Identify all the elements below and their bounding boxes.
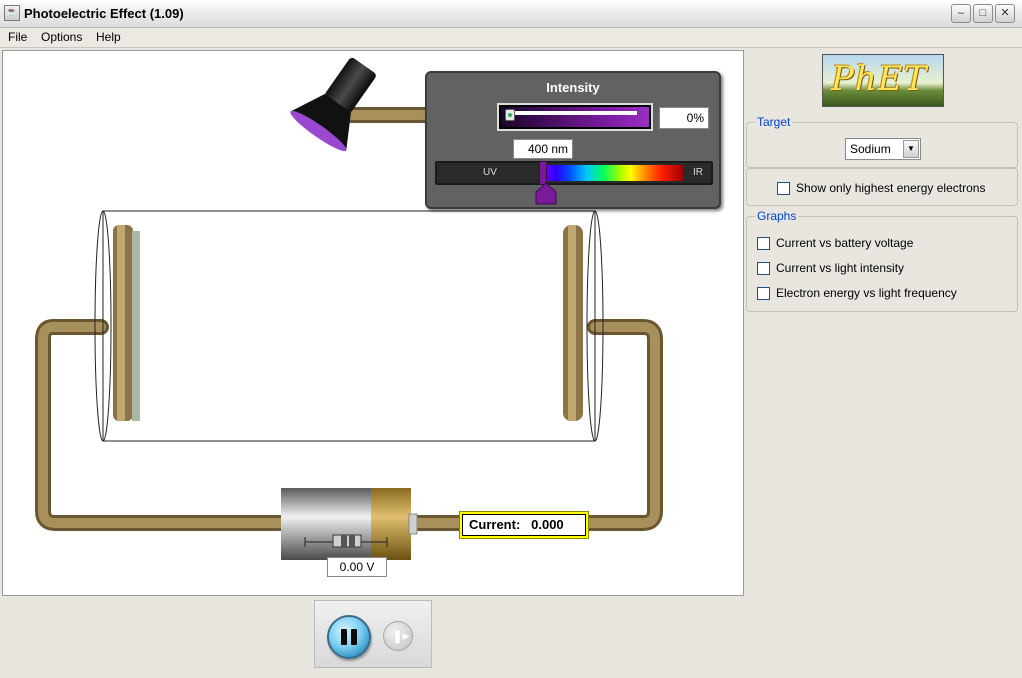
step-icon: ❚▸ — [392, 628, 410, 643]
pause-button[interactable] — [327, 615, 371, 659]
clock-control-panel: ❚▸ — [314, 600, 432, 668]
graph-option-label: Current vs light intensity — [776, 261, 905, 275]
dropdown-arrow-icon[interactable]: ▼ — [903, 140, 919, 158]
graph-checkbox[interactable] — [757, 236, 770, 250]
light-control-panel: Intensity 0% 400 nm UV IR — [425, 71, 721, 209]
graph-checkbox[interactable] — [757, 261, 770, 275]
uv-label: UV — [483, 167, 497, 178]
menu-bar: File Options Help — [0, 28, 1022, 48]
maximize-icon[interactable]: □ — [973, 4, 993, 23]
wavelength-knob-bar[interactable] — [539, 161, 547, 185]
java-app-icon: ☕ — [4, 5, 20, 21]
current-readout: Current: 0.000 — [459, 511, 589, 539]
graph-checkbox[interactable] — [757, 286, 770, 300]
minimize-icon[interactable]: – — [951, 4, 971, 23]
options-group: Show only highest energy electrons — [746, 168, 1018, 206]
intensity-title: Intensity — [546, 80, 600, 95]
title-bar: ☕ Photoelectric Effect (1.09) – □ ✕ — [0, 0, 1022, 28]
show-highest-energy-label: Show only highest energy electrons — [796, 181, 986, 195]
phet-logo[interactable]: PhET — [822, 54, 944, 107]
pause-icon-bar — [351, 629, 357, 645]
wavelength-field[interactable]: 400 nm — [513, 139, 573, 159]
ir-label: IR — [693, 167, 703, 178]
window-title: Photoelectric Effect (1.09) — [24, 6, 184, 21]
close-icon[interactable]: ✕ — [995, 4, 1015, 23]
current-value: 0.000 — [531, 517, 564, 532]
intensity-track — [507, 111, 637, 115]
control-panel: PhET Target Sodium ▼ Show only highest e… — [744, 50, 1022, 678]
graph-option-current-vs-intensity[interactable]: Current vs light intensity — [757, 260, 904, 276]
menu-file[interactable]: File — [8, 30, 27, 44]
graph-option-energy-vs-frequency[interactable]: Electron energy vs light frequency — [757, 285, 957, 301]
target-select[interactable]: Sodium ▼ — [845, 138, 921, 160]
intensity-slider[interactable] — [497, 103, 653, 131]
pause-icon — [341, 629, 347, 645]
graph-option-current-vs-voltage[interactable]: Current vs battery voltage — [757, 235, 913, 251]
graphs-group: Graphs Current vs battery voltage Curren… — [746, 209, 1018, 312]
target-selected-value: Sodium — [850, 142, 891, 156]
menu-help[interactable]: Help — [96, 30, 121, 44]
graphs-group-title: Graphs — [755, 209, 799, 223]
intensity-value-field[interactable]: 0% — [659, 107, 709, 129]
phet-logo-text: PhET — [831, 59, 928, 99]
graph-option-label: Current vs battery voltage — [776, 236, 914, 250]
intensity-knob[interactable] — [505, 109, 515, 121]
show-highest-energy-option[interactable]: Show only highest energy electrons — [777, 180, 985, 196]
simulation-canvas[interactable]: Intensity 0% 400 nm UV IR 0.00 V Current… — [2, 50, 744, 596]
battery-voltage-field[interactable]: 0.00 V — [327, 557, 387, 577]
menu-options[interactable]: Options — [41, 30, 82, 44]
wavelength-spectrum-slider[interactable]: UV IR — [435, 161, 713, 185]
show-highest-energy-checkbox[interactable] — [777, 181, 790, 195]
target-group-title: Target — [755, 115, 793, 129]
graph-option-label: Electron energy vs light frequency — [776, 286, 957, 300]
step-button[interactable]: ❚▸ — [383, 621, 413, 651]
target-group: Target Sodium ▼ — [746, 115, 1018, 168]
current-text: Current: 0.000 — [462, 514, 586, 536]
wavelength-knob[interactable] — [535, 183, 557, 205]
intensity-gradient — [501, 107, 649, 127]
visible-spectrum — [545, 165, 683, 181]
current-label: Current: — [469, 517, 521, 532]
